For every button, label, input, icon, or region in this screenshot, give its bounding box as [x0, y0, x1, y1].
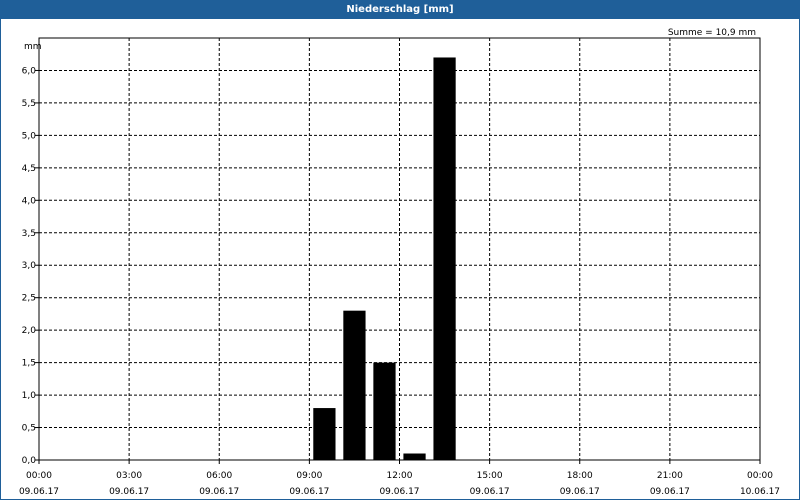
- y-tick-label: 3,0: [22, 261, 37, 271]
- y-tick-label: 1,0: [22, 391, 37, 401]
- x-tick-time: 12:00: [387, 471, 413, 481]
- x-tick-date: 09.06.17: [199, 487, 239, 497]
- y-tick-label: 5,0: [22, 131, 37, 141]
- y-tick-label: 4,5: [22, 164, 36, 174]
- x-tick-date: 09.06.17: [650, 487, 690, 497]
- x-tick-date: 09.06.17: [470, 487, 510, 497]
- x-tick-time: 09:00: [296, 471, 322, 481]
- bar: [433, 57, 456, 460]
- y-tick-label: 0,0: [22, 456, 37, 466]
- x-tick-time: 00:00: [747, 471, 773, 481]
- y-tick-label: 5,5: [22, 99, 36, 109]
- x-tick-time: 15:00: [477, 471, 503, 481]
- x-tick-date: 09.06.17: [19, 487, 59, 497]
- y-tick-label: 4,0: [22, 196, 37, 206]
- x-tick-time: 18:00: [567, 471, 593, 481]
- precipitation-chart: 0,0 0,5 1,0 1,5 2,0 2,5 3,0 3,5 4,0 4,5 5,0 5,5 6,0 0…: [19, 28, 780, 497]
- y-tick-label: 2,0: [22, 326, 37, 336]
- x-tick-time: 03:00: [116, 471, 142, 481]
- x-tick-date: 09.06.17: [289, 487, 329, 497]
- y-tick-label: 0,5: [22, 424, 36, 434]
- bar: [343, 310, 366, 460]
- x-tick-time: 06:00: [206, 471, 232, 481]
- y-tick-label: 2,5: [22, 294, 36, 304]
- x-tick-time: 21:00: [657, 471, 683, 481]
- sum-annotation: Summe = 10,9 mm: [668, 28, 756, 38]
- y-tick-label: 1,5: [22, 359, 36, 369]
- x-tick-date: 09.06.17: [109, 487, 149, 497]
- y-axis-label: mm: [24, 42, 42, 52]
- bar: [373, 362, 396, 460]
- x-tick-date: 10.06.17: [740, 487, 780, 497]
- bar: [403, 453, 426, 460]
- x-tick-date: 09.06.17: [560, 487, 600, 497]
- grid: [39, 38, 760, 460]
- y-tick-label: 6,0: [22, 66, 37, 76]
- chart-window: Niederschlag [mm] 0,0 0,5 1,0 1,5 2,0 2,5 3,0 3…: [0, 0, 800, 500]
- x-tick-time: 00:00: [26, 471, 52, 481]
- bars: [313, 57, 456, 460]
- x-tick-date: 09.06.17: [379, 487, 419, 497]
- axes: [35, 37, 761, 464]
- bar: [313, 408, 336, 460]
- y-tick-label: 3,5: [22, 229, 36, 239]
